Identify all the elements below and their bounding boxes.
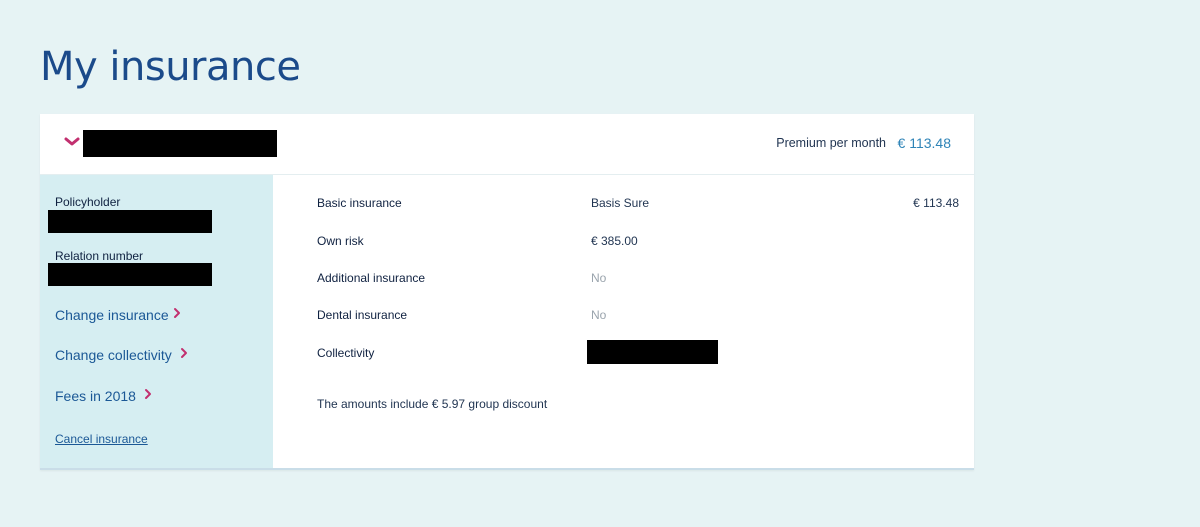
- own-risk-label: Own risk: [317, 234, 364, 248]
- redacted-policyholder: [48, 210, 212, 233]
- chevron-right-icon: [180, 346, 188, 362]
- chevron-down-icon[interactable]: [64, 134, 80, 150]
- redacted-relation-number: [48, 263, 212, 286]
- fees-label: Fees in 2018: [55, 388, 136, 404]
- basic-insurance-amount: € 113.48: [913, 196, 959, 210]
- redacted-collectivity: [587, 340, 718, 364]
- dental-insurance-value: No: [591, 308, 607, 322]
- fees-link[interactable]: Fees in 2018: [55, 387, 152, 404]
- relation-number-label: Relation number: [55, 249, 144, 263]
- policyholder-label: Policyholder: [55, 195, 121, 209]
- change-collectivity-label: Change collectivity: [55, 347, 172, 363]
- change-insurance-label: Change insurance: [55, 307, 169, 323]
- sidebar: Policyholder Relation number Change insu…: [40, 175, 273, 468]
- change-insurance-link[interactable]: Change insurance: [55, 306, 181, 323]
- premium-value: € 113.48: [897, 135, 951, 151]
- own-risk-value: € 385.00: [591, 234, 638, 248]
- page-title: My insurance: [40, 44, 301, 90]
- insurance-card: Premium per month € 113.48 Policyholder …: [40, 114, 974, 470]
- change-collectivity-link[interactable]: Change collectivity: [55, 346, 188, 363]
- premium-label: Premium per month: [776, 136, 886, 150]
- basic-insurance-value: Basis Sure: [591, 196, 650, 210]
- basic-insurance-label: Basic insurance: [317, 196, 402, 210]
- card-header[interactable]: Premium per month € 113.48: [40, 114, 974, 175]
- chevron-right-icon: [173, 306, 181, 322]
- discount-note: The amounts include € 5.97 group discoun…: [317, 397, 548, 411]
- additional-insurance-value: No: [591, 271, 607, 285]
- collectivity-label: Collectivity: [317, 346, 375, 360]
- chevron-right-icon: [144, 387, 152, 403]
- dental-insurance-label: Dental insurance: [317, 308, 408, 322]
- cancel-insurance-link[interactable]: Cancel insurance: [55, 432, 148, 446]
- insurance-details: Basic insurance Basis Sure € 113.48 Own …: [273, 175, 974, 468]
- redacted-policy-name: [83, 130, 277, 157]
- additional-insurance-label: Additional insurance: [317, 271, 426, 285]
